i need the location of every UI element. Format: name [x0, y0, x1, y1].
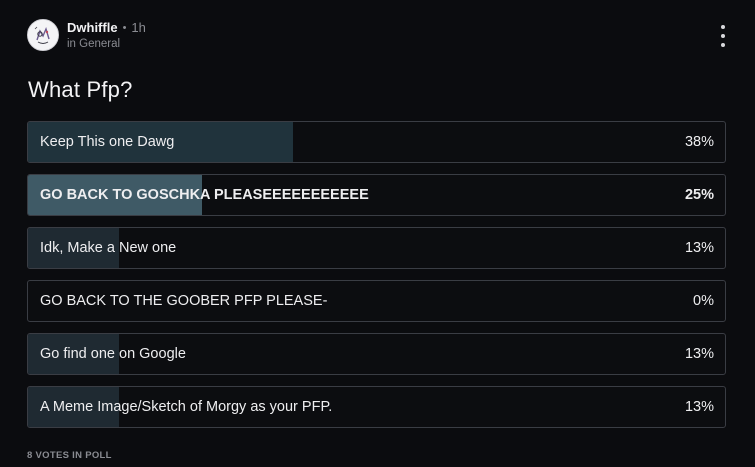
- kebab-menu-icon[interactable]: [717, 25, 729, 47]
- poll-option-label: Go find one on Google: [40, 346, 186, 362]
- poll-option[interactable]: A Meme Image/Sketch of Morgy as your PFP…: [27, 386, 726, 428]
- poll-option[interactable]: GO BACK TO GOSCHKA PLEASEEEEEEEEEEE 25%: [27, 174, 726, 216]
- poll-option-label: Idk, Make a New one: [40, 240, 177, 256]
- author-name[interactable]: Dwhiffle: [67, 20, 118, 36]
- meta-separator: •: [122, 21, 127, 34]
- post-time: 1h: [131, 19, 146, 35]
- poll-option[interactable]: Idk, Make a New one 13%: [27, 227, 726, 269]
- poll-option-label: GO BACK TO THE GOOBER PFP PLEASE-: [40, 293, 328, 309]
- channel-label[interactable]: in General: [67, 37, 146, 51]
- poll-option[interactable]: GO BACK TO THE GOOBER PFP PLEASE- 0%: [27, 280, 726, 322]
- kebab-dot: [721, 25, 725, 29]
- votes-count: 8 VOTES IN POLL: [27, 450, 112, 461]
- poll-option[interactable]: Keep This one Dawg 38%: [27, 121, 726, 163]
- poll-options: Keep This one Dawg 38% GO BACK TO GOSCHK…: [27, 121, 726, 439]
- poll-option-percent: 13%: [684, 399, 714, 415]
- sketch-avatar-icon: [28, 20, 58, 50]
- poll-option-percent: 13%: [684, 240, 714, 256]
- poll-question: What Pfp?: [28, 77, 133, 102]
- poll-option-label: Keep This one Dawg: [40, 134, 175, 150]
- avatar[interactable]: [27, 19, 59, 51]
- poll-option[interactable]: Go find one on Google 13%: [27, 333, 726, 375]
- poll-option-label: A Meme Image/Sketch of Morgy as your PFP…: [40, 399, 333, 415]
- post-header: Dwhiffle • 1h in General: [27, 18, 146, 52]
- poll-option-percent: 25%: [684, 187, 714, 203]
- poll-option-percent: 38%: [684, 134, 714, 150]
- poll-option-percent: 13%: [684, 346, 714, 362]
- kebab-dot: [721, 34, 725, 38]
- kebab-dot: [721, 43, 725, 47]
- poll-option-percent: 0%: [693, 293, 714, 309]
- post-meta: Dwhiffle • 1h in General: [67, 20, 146, 51]
- poll-option-label: GO BACK TO GOSCHKA PLEASEEEEEEEEEEE: [40, 187, 369, 203]
